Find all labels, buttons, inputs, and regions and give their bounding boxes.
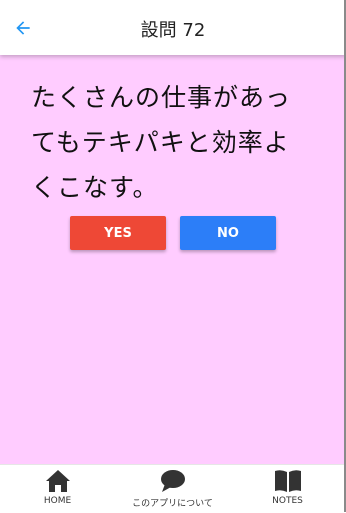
app-bar: 設問 72 xyxy=(0,0,346,55)
nav-home-label: HOME xyxy=(43,496,72,506)
chat-bubble-icon xyxy=(160,470,185,492)
bottom-navigation: HOME このアプリについて NOTES xyxy=(0,464,346,513)
yes-button[interactable]: YES xyxy=(70,216,166,250)
question-line: たくさんの仕事があっ xyxy=(31,83,292,112)
question-line: くこなす。 xyxy=(31,173,159,202)
nav-notes[interactable]: NOTES xyxy=(230,465,345,513)
book-icon xyxy=(274,470,301,492)
question-line: てもテキパキと効率よ xyxy=(31,128,290,157)
no-button[interactable]: NO xyxy=(180,216,276,250)
nav-about-label: このアプリについて xyxy=(132,499,213,509)
page-title: 設問 72 xyxy=(140,20,206,41)
nav-home[interactable]: HOME xyxy=(0,465,115,513)
nav-about[interactable]: このアプリについて xyxy=(115,465,230,513)
home-icon xyxy=(45,470,70,492)
question-text: たくさんの仕事があっ てもテキパキと効率よ くこなす。 xyxy=(31,75,331,210)
nav-notes-label: NOTES xyxy=(272,496,303,506)
question-area: たくさんの仕事があっ てもテキパキと効率よ くこなす。 YES NO xyxy=(0,55,346,464)
